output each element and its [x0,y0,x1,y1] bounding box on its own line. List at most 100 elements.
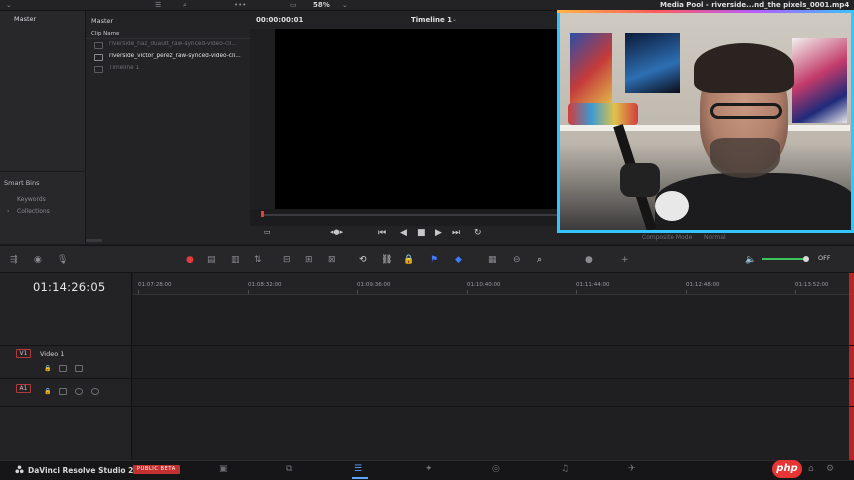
webcam-gradient-border [557,10,854,13]
more-options-icon[interactable]: ••• [234,1,246,9]
overwrite-clip-icon[interactable]: ▥ [231,255,240,265]
zoom-slider-handle[interactable]: ● [585,255,593,265]
ruler-label: 01:12:48:00 [686,282,720,288]
crop-icon[interactable]: ▭ [264,228,271,236]
timeline-end-marker [849,273,854,460]
cut-page-icon[interactable]: ⧉ [286,464,292,474]
skip-back-icon[interactable]: ⏮ [378,228,386,238]
clip-row[interactable]: riverside_haz_duault_raw-synced-video-cl… [86,40,250,52]
chevron-down-icon[interactable]: ⌄ [452,16,457,23]
list-view-icon[interactable]: ☰ [155,1,161,9]
stop-icon[interactable]: ■ [417,228,426,238]
track-enable-icon[interactable] [75,365,83,372]
video-monitor-icon[interactable]: ◉ [34,255,42,265]
ripple-overwrite-icon[interactable]: ⊠ [328,255,336,265]
lock-icon[interactable]: 🔒 [44,388,52,395]
record-icon[interactable]: ● [186,255,194,265]
snapping-icon[interactable]: ⟲ [359,255,367,265]
volume-slider-handle[interactable] [803,256,809,262]
zoom-in-icon[interactable]: + [621,255,629,265]
viewer-layout-icon[interactable]: ▭ [290,1,297,9]
volume-slider[interactable] [762,258,806,260]
composite-mode-value[interactable]: Normal [704,234,726,241]
video-clip-icon [94,54,103,61]
zoom-level[interactable]: 58% [313,1,330,9]
fusion-page-icon[interactable]: ✦ [425,464,433,474]
timeline-timecode[interactable]: 01:14:26:05 [33,280,105,294]
marker-icon[interactable]: ◆ [455,255,462,265]
webcam-overlay [557,10,854,233]
chevron-down-icon[interactable]: ⌄ [6,1,12,9]
place-on-top-icon[interactable]: ⊞ [305,255,313,265]
clip-row[interactable]: riverside_victor_perez_raw-synced-video-… [86,52,250,64]
transport-controls: ▭ ◂●▸ ⏮ ◀ ■ ▶ ⏭ ↻ [250,226,558,244]
timeline-ruler[interactable]: 01:07:28:00 01:08:32:00 01:09:36:00 01:1… [133,273,854,295]
insert-clip-icon[interactable]: ▤ [207,255,216,265]
microphone-cover [655,191,689,221]
track-name[interactable]: Video 1 [40,350,64,358]
auto-select-icon[interactable] [59,388,67,395]
skip-forward-icon[interactable]: ⏭ [452,228,460,238]
solo-icon[interactable] [75,388,83,395]
zoom-out-icon[interactable]: ⊖ [513,255,521,265]
timeline-clip-icon [94,66,103,73]
jog-icon[interactable]: ◂●▸ [330,228,343,236]
lock-icon[interactable]: 🔒 [403,255,414,265]
dim-level-label[interactable]: OFF [818,254,831,262]
ruler-label: 01:10:40:00 [467,282,501,288]
media-page-icon[interactable]: ▣ [219,464,228,474]
track-header-video-1[interactable]: V1 Video 1 🔒 [0,346,132,378]
wall-poster [792,38,847,123]
loop-icon[interactable]: ↻ [474,228,482,238]
timeline-view-icon[interactable]: ▦ [488,255,497,265]
replace-clip-icon[interactable]: ⇅ [254,255,262,265]
color-page-icon[interactable]: ◎ [492,464,500,474]
auto-select-icon[interactable] [59,365,67,372]
layout-icon[interactable]: ⇶ [10,255,18,265]
column-header-clip-name[interactable]: Clip Name [91,31,119,37]
link-icon[interactable]: ⛓ [381,255,392,265]
ruler-tick [686,290,687,294]
deliver-page-icon[interactable]: ✈ [628,464,636,474]
viewer-title[interactable]: Timeline 1 [411,16,452,24]
mute-icon[interactable] [91,388,99,395]
beta-badge: PUBLIC BETA [133,465,180,474]
ruler-label: 01:13:52:00 [795,282,829,288]
project-manager-icon[interactable]: ⌂ [808,464,814,474]
sidebar-item-master[interactable]: Master [14,15,36,23]
zoom-search-icon[interactable]: ⌕ [537,255,542,265]
sidebar-divider [0,171,86,172]
ruler-tick [357,290,358,294]
smart-bins-heading: Smart Bins [4,179,40,187]
ruler-tick [576,290,577,294]
media-pool-scrollbar[interactable] [86,239,102,242]
clip-name: Timeline 1 [109,65,140,71]
fit-to-fill-icon[interactable]: ⊟ [283,255,291,265]
chevron-down-icon[interactable]: ⌄ [342,1,348,9]
davinci-logo-icon [15,465,24,474]
edit-page-icon[interactable]: ☰ [354,464,362,474]
lock-icon[interactable]: 🔒 [44,365,52,372]
speaker-icon[interactable]: 🔈 [745,255,756,265]
chevron-right-icon[interactable]: › [7,208,9,215]
ruler-label: 01:08:32:00 [248,282,282,288]
play-reverse-icon[interactable]: ◀ [400,228,407,238]
track-header-audio-1[interactable]: A1 🔒 [0,380,132,406]
inspector-strip: Composite Mode Normal [558,233,854,244]
playhead[interactable] [261,211,264,217]
search-icon[interactable]: ⌕ [183,1,187,10]
track-id-badge[interactable]: V1 [16,349,31,358]
sidebar-item-collections[interactable]: Collections [17,208,50,215]
sidebar-item-keywords[interactable]: Keywords [17,196,46,203]
clip-name: riverside_victor_perez_raw-synced-video-… [109,53,241,59]
settings-icon[interactable]: ⚙ [826,464,834,474]
fairlight-page-icon[interactable]: ♫ [561,464,569,474]
viewer-side-panel [250,29,275,209]
track-id-badge[interactable]: A1 [16,384,31,393]
flag-icon[interactable]: ⚑ [430,255,438,265]
play-icon[interactable]: ▶ [435,228,442,238]
viewer-scrubber[interactable] [262,214,558,216]
clip-row[interactable]: Timeline 1 [86,64,250,76]
microphone-icon[interactable]: 🎙 [57,255,68,265]
person-glasses [710,103,782,119]
